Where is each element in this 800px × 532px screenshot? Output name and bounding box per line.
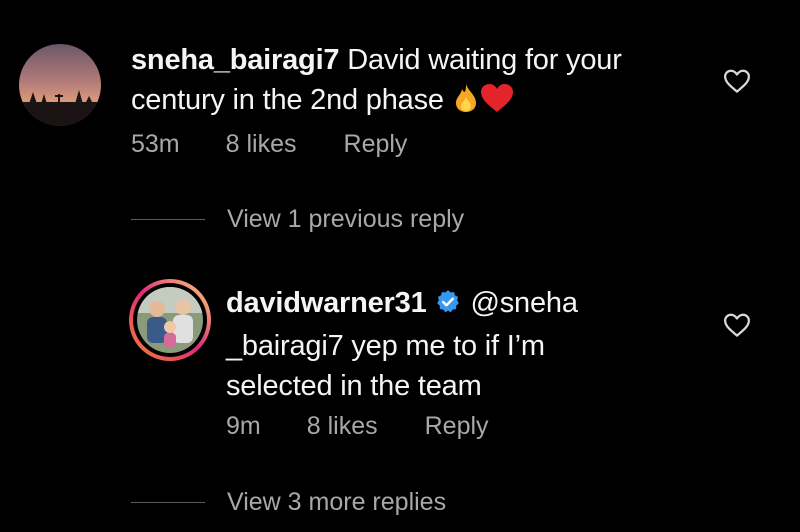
sunset-photo-icon: [19, 44, 101, 126]
reply-text: davidwarner31 @sneha _bairagi7 yep me to…: [226, 283, 578, 406]
divider-line: [131, 501, 205, 504]
fire-emoji-icon: [452, 83, 480, 124]
comment-body-line2: century in the 2nd phase: [131, 84, 444, 116]
comment-time: 53m: [131, 130, 180, 158]
reply-meta: 9m 8 likes Reply: [226, 412, 489, 441]
comment-body-line1: David waiting for your: [347, 44, 622, 76]
view-more-replies-button[interactable]: View 3 more replies: [131, 488, 446, 517]
divider-line: [131, 218, 205, 221]
comment-likes[interactable]: 8 likes: [226, 130, 297, 159]
reply-mention[interactable]: @sneha: [471, 287, 578, 319]
reply-button[interactable]: Reply: [344, 130, 408, 159]
reply-likes[interactable]: 8 likes: [307, 412, 378, 441]
heart-outline-icon[interactable]: [722, 310, 752, 340]
family-photo-icon: [137, 287, 203, 353]
reply-reply-button[interactable]: Reply: [425, 412, 489, 441]
heart-outline-icon[interactable]: [722, 66, 752, 96]
verified-badge-icon: [435, 286, 461, 326]
view-previous-replies-button[interactable]: View 1 previous reply: [131, 205, 464, 234]
reply-username[interactable]: davidwarner31: [226, 287, 427, 319]
red-heart-emoji-icon: [480, 83, 514, 124]
avatar-davidwarner[interactable]: [129, 279, 211, 361]
avatar-sneha[interactable]: [19, 44, 101, 126]
reply-time: 9m: [226, 412, 261, 440]
view-more-label: View 3 more replies: [227, 488, 447, 516]
view-previous-label: View 1 previous reply: [227, 205, 465, 233]
comment-text: sneha_bairagi7 David waiting for your ce…: [131, 40, 622, 124]
reply-body-line3: selected in the team: [226, 370, 482, 402]
comment-meta: 53m 8 likes Reply: [131, 130, 407, 159]
reply-body-line2: _bairagi7 yep me to if I’m: [226, 330, 545, 362]
comment-username[interactable]: sneha_bairagi7: [131, 44, 340, 76]
